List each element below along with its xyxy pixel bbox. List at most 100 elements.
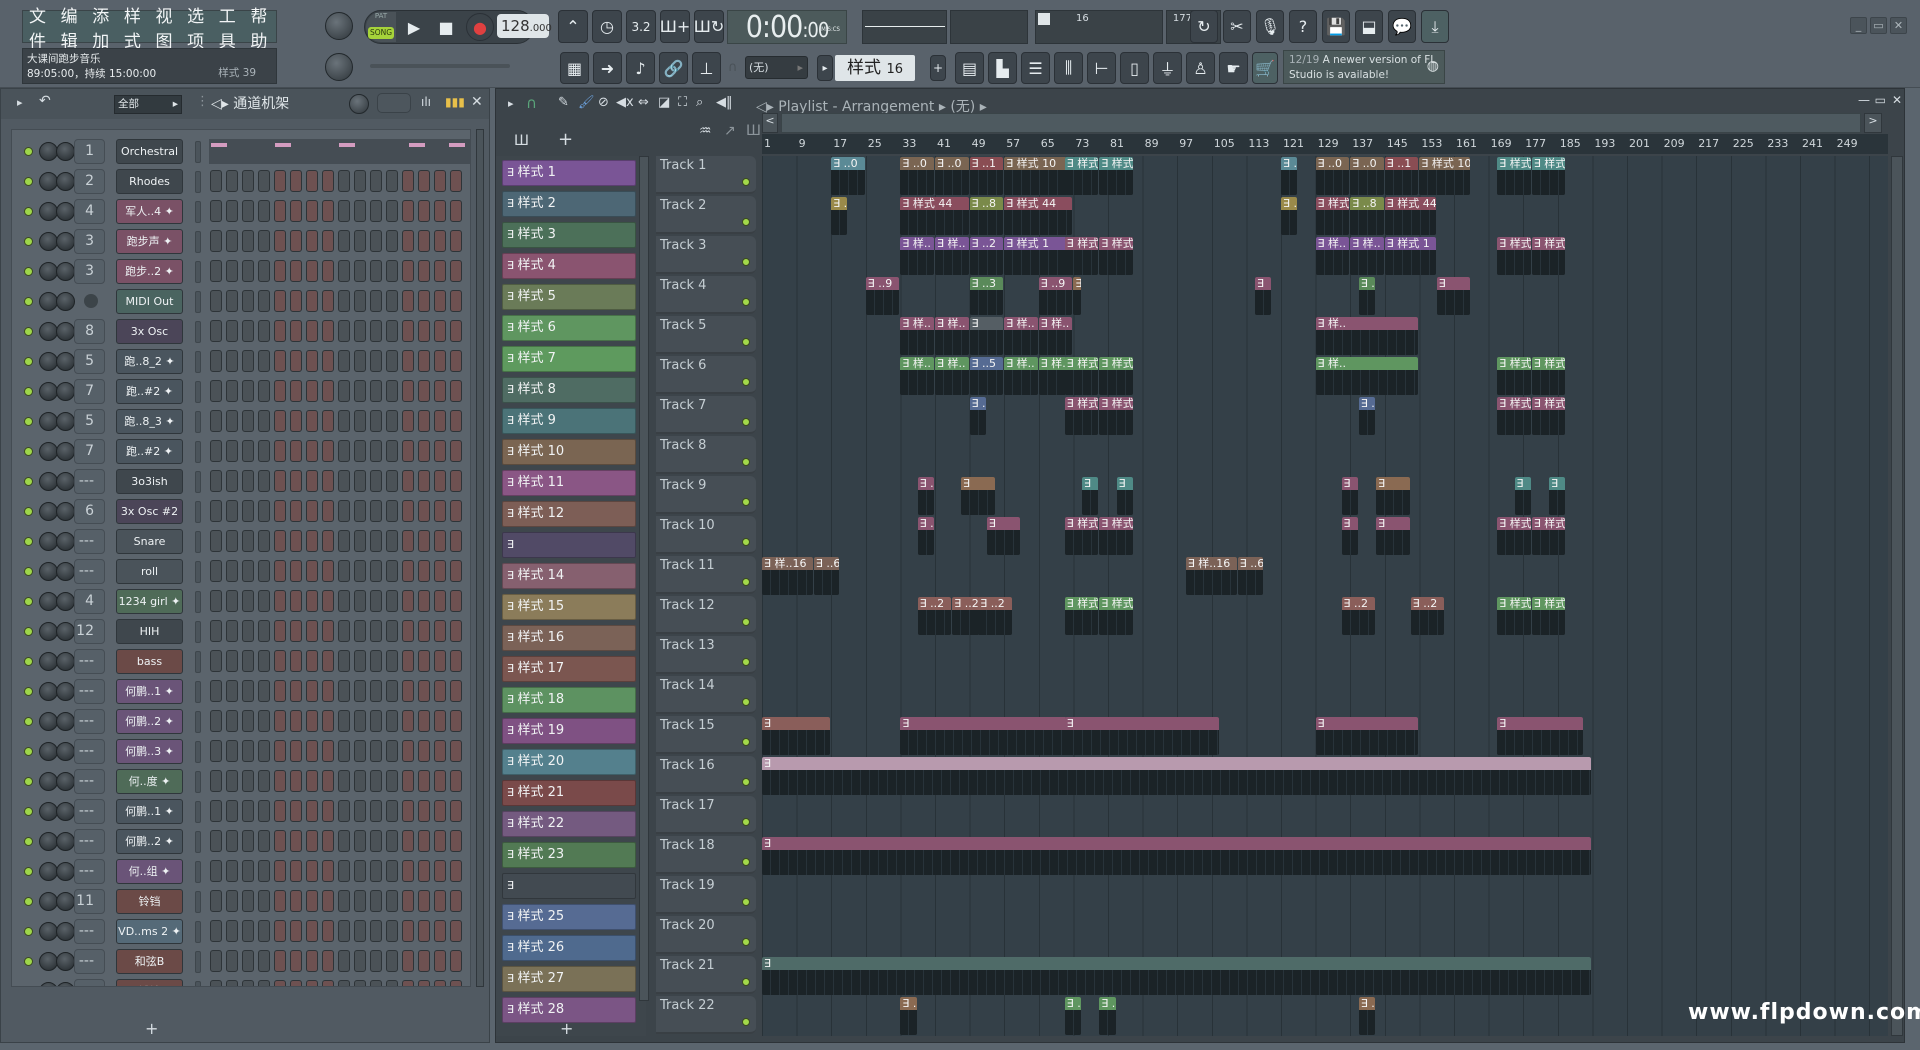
mixer-track-field[interactable]: 5 — [74, 349, 105, 374]
pattern-clip[interactable]: ∃ 样式 44 — [900, 197, 969, 235]
step-edit-button[interactable]: Ш+ — [660, 10, 690, 43]
loop-record-button[interactable]: Ш↻ — [694, 10, 724, 43]
track-mute-led[interactable] — [742, 778, 750, 786]
pattern-clip[interactable]: ∃ ..6 — [1358, 397, 1376, 435]
channel-select-indicator[interactable] — [195, 501, 201, 523]
step-button[interactable] — [418, 650, 430, 672]
step-button[interactable] — [434, 230, 446, 252]
menu-item-3[interactable]: 样式 — [124, 2, 150, 52]
channel-name-button[interactable]: Rhodes — [116, 169, 183, 194]
pattern-clip[interactable]: ∃ — [762, 717, 831, 755]
step-button[interactable] — [434, 200, 446, 222]
pattern-item[interactable]: 样式 1 — [502, 160, 636, 186]
step-button[interactable] — [402, 290, 414, 312]
playback-icon[interactable]: ◀‖ — [716, 95, 733, 110]
step-button[interactable] — [210, 530, 222, 552]
step-button[interactable] — [418, 350, 430, 372]
pattern-clip[interactable]: ∃ 样.. — [1315, 357, 1419, 395]
channel-mute-led[interactable] — [24, 387, 33, 396]
step-button[interactable] — [434, 350, 446, 372]
track-header[interactable]: Track 2 — [656, 196, 756, 234]
step-button[interactable] — [306, 410, 318, 432]
step-button[interactable] — [226, 380, 238, 402]
track-header[interactable]: Track 8 — [656, 436, 756, 474]
step-button[interactable] — [226, 260, 238, 282]
step-button[interactable] — [226, 770, 238, 792]
step-button[interactable] — [274, 170, 286, 192]
step-button[interactable] — [434, 440, 446, 462]
pencil-icon[interactable]: ✎ — [558, 95, 569, 110]
step-button[interactable] — [370, 440, 382, 462]
step-button[interactable] — [354, 200, 366, 222]
channel-volume-knob[interactable] — [56, 592, 75, 611]
step-button[interactable] — [258, 560, 270, 582]
step-button[interactable] — [290, 950, 302, 972]
step-button[interactable] — [450, 410, 462, 432]
step-button[interactable] — [370, 260, 382, 282]
pattern-clip[interactable]: ∃ 样式 31 — [1064, 157, 1099, 195]
step-button[interactable] — [210, 950, 222, 972]
step-button[interactable] — [370, 590, 382, 612]
step-button[interactable] — [338, 170, 350, 192]
app-close-button[interactable]: ✕ — [1890, 17, 1907, 34]
step-button[interactable] — [322, 440, 334, 462]
step-button[interactable] — [322, 770, 334, 792]
step-button[interactable] — [418, 950, 430, 972]
master-pitch-knob[interactable] — [325, 53, 353, 81]
record-button[interactable]: ● — [466, 13, 494, 41]
pattern-clip[interactable]: ∃ ..2 — [900, 997, 917, 1035]
track-header[interactable]: Track 6 — [656, 356, 756, 394]
step-button[interactable] — [386, 590, 398, 612]
countdown-button[interactable]: 3.2 — [626, 10, 656, 43]
step-button[interactable] — [370, 410, 382, 432]
step-button[interactable] — [306, 560, 318, 582]
step-button[interactable] — [290, 200, 302, 222]
track-header[interactable]: Track 12 — [656, 596, 756, 634]
channel-select-indicator[interactable] — [195, 981, 201, 986]
step-button[interactable] — [370, 530, 382, 552]
add-channel-button[interactable]: + — [145, 1019, 158, 1038]
channel-mute-led[interactable] — [24, 477, 33, 486]
step-button[interactable] — [354, 920, 366, 942]
performance-button[interactable]: ♙ — [1186, 52, 1215, 84]
pattern-item[interactable]: 样式 27 — [502, 966, 636, 992]
pattern-clip[interactable]: ∃ ..1 — [1099, 997, 1116, 1035]
channel-mute-led[interactable] — [24, 687, 33, 696]
step-button[interactable] — [338, 800, 350, 822]
step-button[interactable] — [290, 620, 302, 642]
channel-mute-led[interactable] — [24, 837, 33, 846]
step-button[interactable] — [338, 710, 350, 732]
pattern-clip[interactable]: ∃ 样.. — [900, 357, 934, 395]
step-button[interactable] — [290, 440, 302, 462]
metronome-button[interactable]: ⌃ — [558, 10, 588, 43]
step-button[interactable] — [306, 260, 318, 282]
step-button[interactable] — [258, 410, 270, 432]
pattern-item[interactable]: 样式 3 — [502, 222, 636, 248]
channel-name-button[interactable]: 铃铛 — [116, 889, 183, 914]
step-button[interactable] — [402, 740, 414, 762]
track-header[interactable]: Track 19 — [656, 876, 756, 914]
step-button[interactable] — [370, 380, 382, 402]
channel-mute-led[interactable] — [24, 897, 33, 906]
mixer-track-field[interactable]: --- — [74, 529, 105, 554]
step-button[interactable] — [370, 620, 382, 642]
step-button[interactable] — [450, 920, 462, 942]
mute-icon[interactable]: ◀x — [616, 95, 634, 110]
step-button[interactable] — [226, 710, 238, 732]
step-button[interactable] — [226, 800, 238, 822]
step-button[interactable] — [338, 440, 350, 462]
channel-name-button[interactable]: 军人..4 ✦ — [116, 199, 183, 224]
track-header[interactable]: Track 5 — [656, 316, 756, 354]
piano-roll-preview[interactable] — [209, 139, 470, 164]
step-button[interactable] — [258, 380, 270, 402]
step-button[interactable] — [450, 650, 462, 672]
pattern-clip[interactable]: ∃ — [1116, 477, 1133, 515]
pattern-clip[interactable]: ∃ 样式 34 — [1064, 237, 1099, 275]
pattern-clip[interactable]: ∃ ..0 — [1315, 157, 1350, 195]
step-button[interactable] — [386, 470, 398, 492]
step-button[interactable] — [290, 860, 302, 882]
step-button[interactable] — [418, 920, 430, 942]
step-button[interactable] — [226, 620, 238, 642]
step-button[interactable] — [418, 890, 430, 912]
step-button[interactable] — [434, 740, 446, 762]
